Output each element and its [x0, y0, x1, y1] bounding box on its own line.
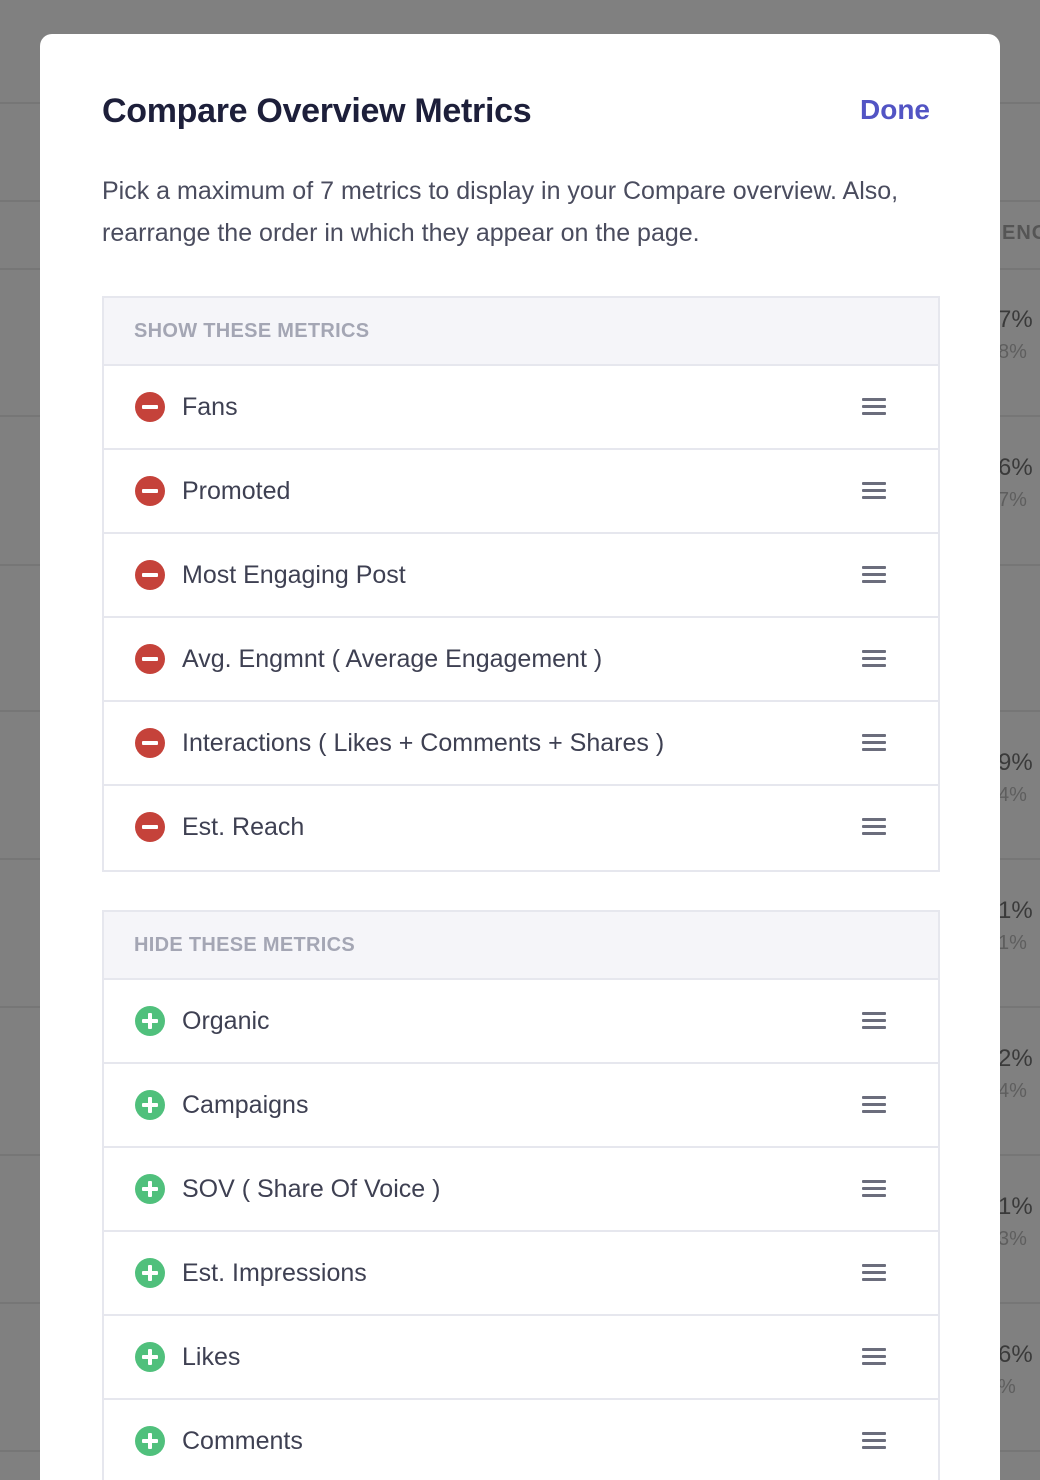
background-cell-sub: 7% — [998, 489, 1027, 511]
compare-metrics-modal: Compare Overview Metrics Done Pick a max… — [40, 34, 1000, 1480]
metric-label: Promoted — [182, 477, 291, 505]
remove-circle-icon[interactable] — [135, 812, 165, 842]
drag-handle-icon[interactable] — [862, 1096, 886, 1114]
remove-circle-icon[interactable] — [135, 560, 165, 590]
metric-label: Campaigns — [182, 1091, 309, 1119]
metric-label: Most Engaging Post — [182, 561, 406, 589]
hidden-metric-row[interactable]: Likes — [104, 1316, 938, 1400]
modal-header: Compare Overview Metrics Done — [102, 92, 930, 138]
background-cell-sub: 4% — [998, 784, 1027, 806]
hidden-metric-row[interactable]: Est. Impressions — [104, 1232, 938, 1316]
add-circle-icon[interactable] — [135, 1426, 165, 1456]
background-cell-value: 9% — [998, 749, 1033, 776]
drag-handle-icon[interactable] — [862, 1432, 886, 1450]
background-cell-value: 6% — [998, 454, 1033, 481]
shown-metric-row[interactable]: Fans — [104, 366, 938, 450]
background-cell: 7% 8% — [998, 303, 1040, 367]
background-cell-sub: 3% — [998, 1228, 1027, 1250]
shown-metric-row[interactable]: Most Engaging Post — [104, 534, 938, 618]
background-cell-sub: % — [998, 1376, 1016, 1398]
background-cell-value: 1% — [998, 1193, 1033, 1220]
show-metrics-section: SHOW THESE METRICS Fans Promoted Most En… — [102, 296, 940, 872]
drag-handle-icon[interactable] — [862, 734, 886, 752]
shown-metric-row[interactable]: Avg. Engmnt ( Average Engagement ) — [104, 618, 938, 702]
remove-circle-icon[interactable] — [135, 644, 165, 674]
drag-handle-icon[interactable] — [862, 1348, 886, 1366]
background-cell-value: 1% — [998, 897, 1033, 924]
show-section-header: SHOW THESE METRICS — [104, 298, 938, 366]
background-cell-value: 7% — [998, 306, 1033, 333]
metric-label: Est. Reach — [182, 813, 305, 841]
metric-label: Avg. Engmnt ( Average Engagement ) — [182, 645, 603, 673]
hidden-metric-row[interactable]: SOV ( Share Of Voice ) — [104, 1148, 938, 1232]
background-cell: 1% 3% — [998, 1190, 1040, 1254]
metric-label: Organic — [182, 1007, 270, 1035]
metric-label: SOV ( Share Of Voice ) — [182, 1175, 441, 1203]
background-column-header: ENGM — [1002, 222, 1040, 244]
remove-circle-icon[interactable] — [135, 392, 165, 422]
background-cell: 2% 4% — [998, 1042, 1040, 1106]
metric-label: Est. Impressions — [182, 1259, 367, 1287]
background-cell: 9% 4% — [998, 746, 1040, 810]
remove-circle-icon[interactable] — [135, 728, 165, 758]
modal-title: Compare Overview Metrics — [102, 92, 532, 130]
metric-label: Fans — [182, 393, 238, 421]
background-cell: 1% 1% — [998, 894, 1040, 958]
shown-metric-row[interactable]: Est. Reach — [104, 786, 938, 870]
metric-label: Likes — [182, 1343, 241, 1371]
hide-metrics-section: HIDE THESE METRICS Organic Campaigns SOV… — [102, 910, 940, 1480]
hidden-metric-row[interactable]: Comments — [104, 1400, 938, 1480]
metric-label: Comments — [182, 1427, 303, 1455]
drag-handle-icon[interactable] — [862, 482, 886, 500]
add-circle-icon[interactable] — [135, 1174, 165, 1204]
modal-description: Pick a maximum of 7 metrics to display i… — [102, 177, 899, 247]
background-cell: 6% % — [998, 1338, 1040, 1402]
hidden-metric-row[interactable]: Organic — [104, 980, 938, 1064]
background-cell: 6% 7% — [998, 451, 1040, 515]
drag-handle-icon[interactable] — [862, 818, 886, 836]
done-button[interactable]: Done — [860, 94, 930, 126]
add-circle-icon[interactable] — [135, 1090, 165, 1120]
metric-label: Interactions ( Likes + Comments + Shares… — [182, 729, 665, 757]
remove-circle-icon[interactable] — [135, 476, 165, 506]
drag-handle-icon[interactable] — [862, 1180, 886, 1198]
background-cell-sub: 4% — [998, 1080, 1027, 1102]
drag-handle-icon[interactable] — [862, 398, 886, 416]
add-circle-icon[interactable] — [135, 1006, 165, 1036]
drag-handle-icon[interactable] — [862, 566, 886, 584]
shown-metric-row[interactable]: Promoted — [104, 450, 938, 534]
drag-handle-icon[interactable] — [862, 650, 886, 668]
background-cell-value: 2% — [998, 1045, 1033, 1072]
drag-handle-icon[interactable] — [862, 1264, 886, 1282]
add-circle-icon[interactable] — [135, 1258, 165, 1288]
drag-handle-icon[interactable] — [862, 1012, 886, 1030]
background-cell-value: 6% — [998, 1341, 1033, 1368]
shown-metric-row[interactable]: Interactions ( Likes + Comments + Shares… — [104, 702, 938, 786]
background-cell-sub: 1% — [998, 932, 1027, 954]
hidden-metric-row[interactable]: Campaigns — [104, 1064, 938, 1148]
background-cell-sub: 8% — [998, 341, 1027, 363]
add-circle-icon[interactable] — [135, 1342, 165, 1372]
hide-section-header: HIDE THESE METRICS — [104, 912, 938, 980]
